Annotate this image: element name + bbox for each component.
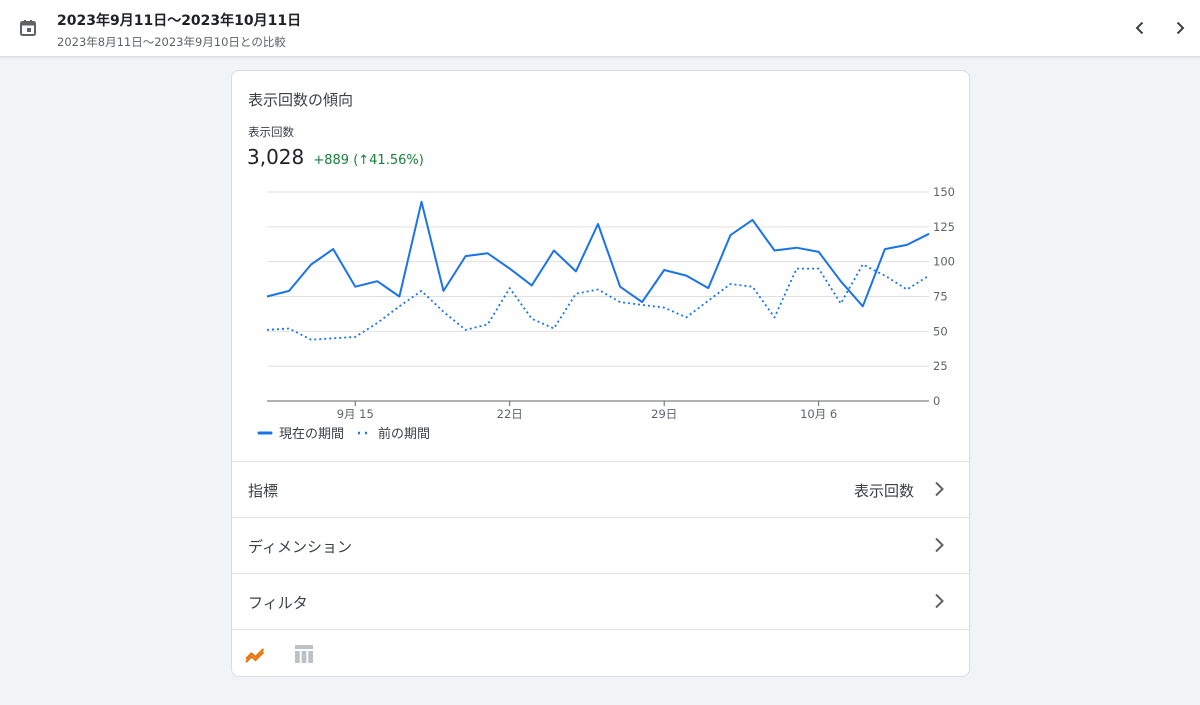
chevron-left-icon[interactable] <box>1128 16 1152 40</box>
x-tick-label: 22日 <box>497 407 523 421</box>
chevron-right-icon[interactable] <box>1168 16 1192 40</box>
series-line-previous <box>266 263 930 341</box>
legend-label-previous: 前の期間 <box>378 426 430 442</box>
view-toggle-bar <box>232 629 969 676</box>
compare-range-text: 2023年8月11日〜2023年9月10日との比較 <box>57 35 286 49</box>
card-title: 表示回数の傾向 <box>248 91 354 109</box>
metric-row-label: 指標 <box>248 482 279 500</box>
x-tick-label: 9月 15 <box>337 407 374 421</box>
y-tick-label: 50 <box>933 324 948 338</box>
filter-row-label: フィルタ <box>248 594 308 612</box>
impressions-trend-card: 表示回数の傾向 表示回数 3,028 +889 (↑41.56%) 0 25 50 7… <box>231 70 970 677</box>
metric-row-value: 表示回数 <box>853 482 914 500</box>
metric-selector-row[interactable]: 指標 表示回数 <box>232 461 969 517</box>
metric-delta: +889 (↑41.56%) <box>313 153 424 168</box>
filter-selector-row[interactable]: フィルタ <box>232 573 969 629</box>
x-tick-label: 29日 <box>651 407 677 421</box>
impressions-line-chart[interactable]: 0 25 50 75 100 125 150 9月 15 22日 29日 10月 6 現在の期間 前の期… <box>232 176 969 456</box>
chevron-right-icon <box>935 537 944 553</box>
y-tick-label: 25 <box>933 359 948 373</box>
series-line-current <box>266 200 930 308</box>
date-range-text[interactable]: 2023年9月11日〜2023年10月11日 <box>57 10 301 30</box>
legend-label-current: 現在の期間 <box>279 427 344 442</box>
metric-summary: 3,028 +889 (↑41.56%) <box>247 145 424 169</box>
chevron-right-icon <box>935 593 944 609</box>
y-tick-label: 75 <box>933 290 948 304</box>
line-chart-icon[interactable] <box>243 642 267 666</box>
dimension-selector-row[interactable]: ディメンション <box>232 517 969 573</box>
chevron-right-icon <box>935 481 944 497</box>
y-tick-label: 150 <box>933 185 955 199</box>
x-tick-label: 10月 6 <box>800 407 837 421</box>
y-tick-label: 125 <box>933 220 955 234</box>
date-range-header: 2023年9月11日〜2023年10月11日 2023年8月11日〜2023年9… <box>0 0 1200 57</box>
metric-label: 表示回数 <box>248 125 294 139</box>
y-tick-label: 100 <box>933 255 955 269</box>
metric-value: 3,028 <box>247 145 305 169</box>
y-tick-label: 0 <box>933 394 940 408</box>
table-icon[interactable] <box>292 642 316 666</box>
calendar-icon[interactable] <box>19 19 37 37</box>
dimension-row-label: ディメンション <box>248 538 352 556</box>
